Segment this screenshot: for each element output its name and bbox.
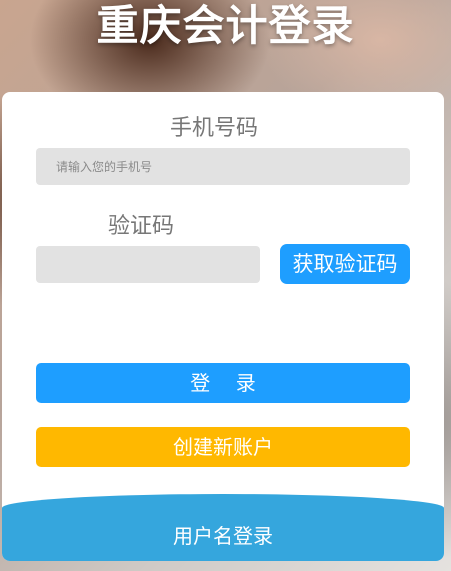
login-card: 手机号码 验证码 获取验证码 登 录 创建新账户 用户名登录 (2, 92, 444, 561)
phone-label: 手机号码 (170, 116, 259, 141)
get-code-button[interactable]: 获取验证码 (280, 244, 410, 284)
page-title: 重庆会计登录 (96, 1, 355, 50)
phone-input[interactable] (36, 148, 410, 185)
create-account-button[interactable]: 创建新账户 (36, 427, 410, 467)
verification-code-input[interactable] (36, 246, 260, 283)
username-login-button[interactable]: 用户名登录 (2, 494, 444, 561)
login-button[interactable]: 登 录 (36, 363, 410, 403)
code-label: 验证码 (108, 214, 175, 239)
